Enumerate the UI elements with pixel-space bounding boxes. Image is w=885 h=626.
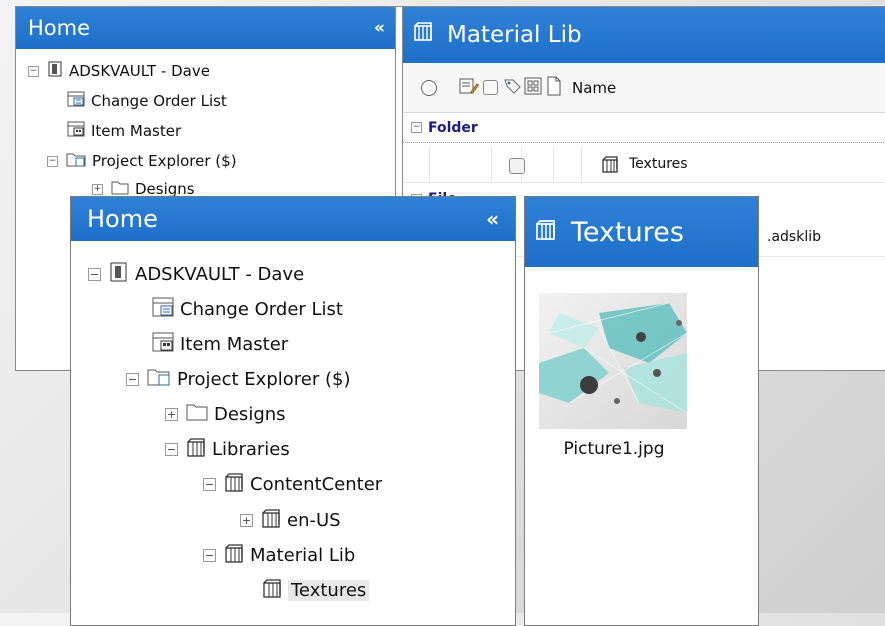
front-tree-label: Project Explorer ($): [177, 369, 351, 390]
front-tree-label: Designs: [214, 404, 286, 425]
front-tree-label: Material Lib: [250, 545, 356, 566]
file-column-icon[interactable]: [546, 76, 562, 100]
front-tree-node-vault[interactable]: − ADSKVAULT - Dave: [88, 262, 304, 287]
front-content-header: Textures: [525, 197, 758, 267]
vault-icon: [109, 262, 129, 287]
front-tree-label-selected: Textures: [288, 580, 370, 601]
front-tree-node-designs[interactable]: + Designs: [165, 402, 286, 427]
project-explorer-icon: [66, 151, 86, 171]
checkbox-column-icon[interactable]: [483, 80, 498, 95]
back-tree-node-project-explorer[interactable]: − Project Explorer ($): [47, 151, 237, 171]
library-icon: [413, 22, 433, 48]
front-libraries-toggle[interactable]: −: [165, 443, 178, 456]
status-column-icon[interactable]: [421, 79, 437, 96]
back-collapse-button[interactable]: «: [374, 18, 385, 38]
library-icon: [262, 578, 282, 603]
back-project-explorer-toggle[interactable]: −: [47, 155, 58, 167]
front-tree-label: Libraries: [212, 439, 290, 460]
front-tree-node-project-explorer[interactable]: − Project Explorer ($): [126, 367, 350, 392]
back-vault-toggle[interactable]: −: [28, 65, 39, 77]
front-project-explorer-toggle[interactable]: −: [126, 373, 139, 386]
library-icon: [261, 508, 281, 533]
front-tree-node-material-lib[interactable]: − Material Lib: [203, 543, 355, 568]
library-icon: [224, 472, 244, 497]
vault-icon: [47, 61, 63, 81]
front-tree-node-en-us[interactable]: + en-US: [240, 508, 341, 533]
front-nav-pane: Home « − ADSKVAULT - Dave Change Order L…: [70, 196, 516, 626]
front-tree-label: ADSKVAULT - Dave: [135, 264, 305, 285]
back-tree-label: ADSKVAULT - Dave: [69, 62, 210, 80]
front-tree-node-change-order[interactable]: Change Order List: [152, 297, 343, 322]
row-checkbox[interactable]: [509, 158, 525, 174]
front-tree-node-textures[interactable]: Textures: [262, 578, 370, 603]
front-content-pane: Textures Picture1.jpg: [524, 196, 759, 626]
back-tree-node-change-order[interactable]: Change Order List: [67, 91, 227, 111]
front-window: Home « − ADSKVAULT - Dave Change Order L…: [70, 196, 880, 626]
front-content-title: Textures: [571, 216, 684, 248]
back-home-title: Home: [28, 16, 91, 40]
item-master-icon: [152, 332, 174, 357]
front-tree-label: en-US: [287, 510, 341, 531]
front-material-lib-toggle[interactable]: −: [203, 549, 216, 562]
front-home-header: Home «: [71, 197, 515, 241]
front-designs-toggle[interactable]: +: [165, 408, 178, 421]
front-en-us-toggle[interactable]: +: [240, 514, 253, 527]
grid-column-header: Name: [403, 63, 885, 113]
library-icon: [601, 156, 619, 178]
thumbnail-tile[interactable]: Picture1.jpg: [539, 293, 689, 463]
back-home-header: Home «: [16, 7, 395, 49]
tag-column-icon[interactable]: [502, 77, 522, 99]
edit-column-icon[interactable]: [459, 77, 480, 99]
folder-data-row[interactable]: Textures: [403, 147, 885, 183]
change-order-list-icon: [67, 91, 85, 111]
library-icon: [186, 437, 206, 462]
back-content-title: Material Lib: [447, 22, 582, 48]
change-order-list-icon: [152, 297, 174, 322]
thumbnail-image: [539, 293, 688, 429]
library-icon: [535, 217, 557, 248]
front-tree-node-item-master[interactable]: Item Master: [152, 332, 288, 357]
folder-group-label: Folder: [428, 119, 478, 136]
back-tree-node-item-master[interactable]: Item Master: [67, 121, 181, 141]
front-tree-label: Item Master: [180, 334, 289, 355]
folder-group-row[interactable]: − Folder: [403, 113, 885, 143]
back-tree-node-vault[interactable]: − ADSKVAULT - Dave: [28, 61, 210, 81]
back-designs-toggle[interactable]: +: [92, 183, 103, 195]
front-collapse-button[interactable]: «: [486, 207, 499, 231]
front-tree-node-libraries[interactable]: − Libraries: [165, 437, 290, 462]
library-icon: [224, 543, 244, 568]
front-tree-label: ContentCenter: [250, 474, 383, 495]
back-tree-label: Change Order List: [91, 92, 227, 110]
folder-icon: [186, 402, 208, 427]
project-explorer-icon: [147, 367, 171, 392]
back-content-header: Material Lib: [403, 7, 885, 63]
front-tree: − ADSKVAULT - Dave Change Order List Ite…: [71, 241, 515, 625]
front-tree-label: Change Order List: [180, 299, 343, 320]
front-vault-toggle[interactable]: −: [88, 268, 101, 281]
back-tree-label: Item Master: [91, 122, 182, 140]
name-column-header[interactable]: Name: [572, 79, 616, 97]
grid-column-icon[interactable]: [524, 77, 542, 99]
front-tree-node-contentcenter[interactable]: − ContentCenter: [203, 472, 382, 497]
back-tree-label: Project Explorer ($): [92, 152, 237, 170]
folder-group-toggle[interactable]: −: [411, 122, 422, 133]
item-master-icon: [67, 121, 85, 141]
folder-row-name: Textures: [629, 156, 688, 172]
front-home-title: Home: [87, 205, 158, 233]
front-contentcenter-toggle[interactable]: −: [203, 478, 216, 491]
thumbnail-filename: Picture1.jpg: [563, 439, 665, 459]
